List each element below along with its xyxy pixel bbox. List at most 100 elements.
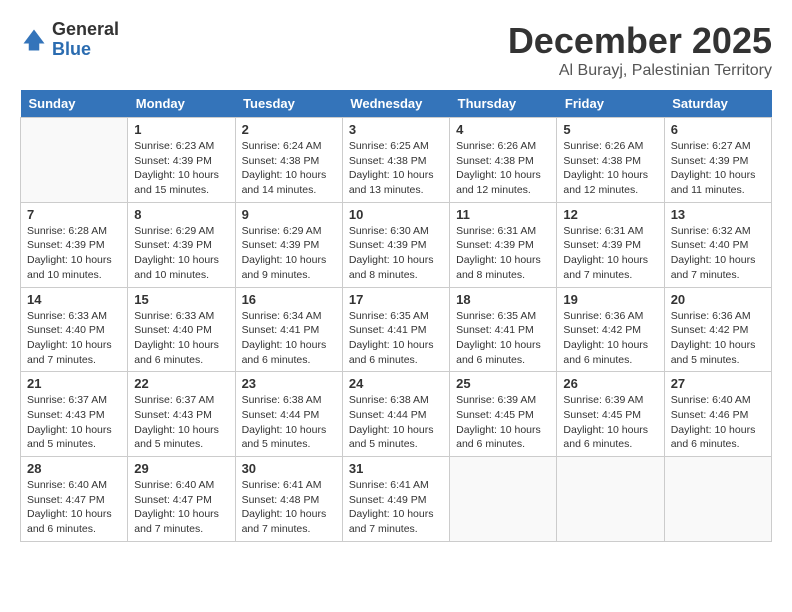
calendar-day-cell [557, 457, 664, 542]
calendar-day-cell [450, 457, 557, 542]
calendar-day-cell: 14 Sunrise: 6:33 AMSunset: 4:40 PMDayligh… [21, 287, 128, 372]
day-info: Sunrise: 6:23 AMSunset: 4:39 PMDaylight:… [134, 139, 228, 198]
logo-blue: Blue [52, 40, 119, 60]
day-number: 27 [671, 376, 765, 391]
calendar-day-cell: 8Sunrise: 6:29 AMSunset: 4:39 PMDaylight… [128, 202, 235, 287]
calendar-day-cell: 3Sunrise: 6:25 AMSunset: 4:38 PMDaylight… [342, 118, 449, 203]
day-of-week-header: Wednesday [342, 90, 449, 118]
calendar-day-cell: 12 Sunrise: 6:31 AMSunset: 4:39 PMDayligh… [557, 202, 664, 287]
calendar-header-row: SundayMondayTuesdayWednesdayThursdayFrid… [21, 90, 772, 118]
day-of-week-header: Sunday [21, 90, 128, 118]
calendar-day-cell: 28 Sunrise: 6:40 AMSunset: 4:47 PMDayligh… [21, 457, 128, 542]
day-of-week-header: Friday [557, 90, 664, 118]
day-info: Sunrise: 6:38 AMSunset: 4:44 PMDaylight:… [242, 393, 336, 452]
day-info: Sunrise: 6:33 AMSunset: 4:40 PMDaylight:… [27, 309, 121, 368]
day-of-week-header: Tuesday [235, 90, 342, 118]
calendar-day-cell [21, 118, 128, 203]
day-number: 12 [563, 207, 657, 222]
day-info: Sunrise: 6:31 AMSunset: 4:39 PMDaylight:… [563, 224, 657, 283]
day-info: Sunrise: 6:31 AMSunset: 4:39 PMDaylight:… [456, 224, 550, 283]
calendar-day-cell: 5Sunrise: 6:26 AMSunset: 4:38 PMDaylight… [557, 118, 664, 203]
calendar-day-cell: 24 Sunrise: 6:38 AMSunset: 4:44 PMDayligh… [342, 372, 449, 457]
day-number: 20 [671, 292, 765, 307]
calendar-subtitle: Al Burayj, Palestinian Territory [508, 62, 772, 80]
day-number: 26 [563, 376, 657, 391]
day-info: Sunrise: 6:37 AMSunset: 4:43 PMDaylight:… [134, 393, 228, 452]
calendar-day-cell: 20 Sunrise: 6:36 AMSunset: 4:42 PMDayligh… [664, 287, 771, 372]
day-number: 16 [242, 292, 336, 307]
day-number: 4 [456, 122, 550, 137]
calendar-week-row: 14 Sunrise: 6:33 AMSunset: 4:40 PMDayligh… [21, 287, 772, 372]
day-of-week-header: Saturday [664, 90, 771, 118]
day-number: 19 [563, 292, 657, 307]
day-info: Sunrise: 6:36 AMSunset: 4:42 PMDaylight:… [563, 309, 657, 368]
calendar-day-cell: 21 Sunrise: 6:37 AMSunset: 4:43 PMDayligh… [21, 372, 128, 457]
day-number: 10 [349, 207, 443, 222]
calendar-day-cell: 10 Sunrise: 6:30 AMSunset: 4:39 PMDayligh… [342, 202, 449, 287]
day-info: Sunrise: 6:41 AMSunset: 4:48 PMDaylight:… [242, 478, 336, 537]
calendar-day-cell: 18 Sunrise: 6:35 AMSunset: 4:41 PMDayligh… [450, 287, 557, 372]
day-info: Sunrise: 6:33 AMSunset: 4:40 PMDaylight:… [134, 309, 228, 368]
calendar-day-cell: 9 Sunrise: 6:29 AMSunset: 4:39 PMDaylight… [235, 202, 342, 287]
day-info: Sunrise: 6:38 AMSunset: 4:44 PMDaylight:… [349, 393, 443, 452]
day-info: Sunrise: 6:25 AMSunset: 4:38 PMDaylight:… [349, 139, 443, 198]
day-info: Sunrise: 6:30 AMSunset: 4:39 PMDaylight:… [349, 224, 443, 283]
day-info: Sunrise: 6:37 AMSunset: 4:43 PMDaylight:… [27, 393, 121, 452]
day-info: Sunrise: 6:29 AMSunset: 4:39 PMDaylight:… [134, 224, 228, 283]
day-info: Sunrise: 6:35 AMSunset: 4:41 PMDaylight:… [349, 309, 443, 368]
calendar-day-cell: 13Sunrise: 6:32 AMSunset: 4:40 PMDayligh… [664, 202, 771, 287]
day-info: Sunrise: 6:34 AMSunset: 4:41 PMDaylight:… [242, 309, 336, 368]
page-header: General Blue December 2025 Al Burayj, Pa… [20, 20, 772, 80]
calendar-day-cell: 17Sunrise: 6:35 AMSunset: 4:41 PMDayligh… [342, 287, 449, 372]
calendar-day-cell: 27Sunrise: 6:40 AMSunset: 4:46 PMDayligh… [664, 372, 771, 457]
calendar-day-cell: 2Sunrise: 6:24 AMSunset: 4:38 PMDaylight… [235, 118, 342, 203]
logo-general: General [52, 20, 119, 40]
day-info: Sunrise: 6:40 AMSunset: 4:47 PMDaylight:… [134, 478, 228, 537]
title-block: December 2025 Al Burayj, Palestinian Ter… [508, 20, 772, 80]
calendar-day-cell: 31Sunrise: 6:41 AMSunset: 4:49 PMDayligh… [342, 457, 449, 542]
calendar-day-cell: 22 Sunrise: 6:37 AMSunset: 4:43 PMDayligh… [128, 372, 235, 457]
day-number: 9 [242, 207, 336, 222]
day-info: Sunrise: 6:26 AMSunset: 4:38 PMDaylight:… [456, 139, 550, 198]
day-info: Sunrise: 6:35 AMSunset: 4:41 PMDaylight:… [456, 309, 550, 368]
day-number: 11 [456, 207, 550, 222]
day-info: Sunrise: 6:29 AMSunset: 4:39 PMDaylight:… [242, 224, 336, 283]
day-number: 14 [27, 292, 121, 307]
calendar-body: 1Sunrise: 6:23 AMSunset: 4:39 PMDaylight… [21, 118, 772, 542]
day-number: 22 [134, 376, 228, 391]
day-info: Sunrise: 6:36 AMSunset: 4:42 PMDaylight:… [671, 309, 765, 368]
day-number: 28 [27, 461, 121, 476]
day-info: Sunrise: 6:32 AMSunset: 4:40 PMDaylight:… [671, 224, 765, 283]
calendar-day-cell: 4 Sunrise: 6:26 AMSunset: 4:38 PMDaylight… [450, 118, 557, 203]
calendar-day-cell: 1Sunrise: 6:23 AMSunset: 4:39 PMDaylight… [128, 118, 235, 203]
calendar-week-row: 1Sunrise: 6:23 AMSunset: 4:39 PMDaylight… [21, 118, 772, 203]
day-info: Sunrise: 6:39 AMSunset: 4:45 PMDaylight:… [456, 393, 550, 452]
calendar-day-cell: 30 Sunrise: 6:41 AMSunset: 4:48 PMDayligh… [235, 457, 342, 542]
day-info: Sunrise: 6:24 AMSunset: 4:38 PMDaylight:… [242, 139, 336, 198]
calendar-day-cell: 25 Sunrise: 6:39 AMSunset: 4:45 PMDayligh… [450, 372, 557, 457]
calendar-day-cell: 16 Sunrise: 6:34 AMSunset: 4:41 PMDayligh… [235, 287, 342, 372]
day-info: Sunrise: 6:27 AMSunset: 4:39 PMDaylight:… [671, 139, 765, 198]
day-number: 21 [27, 376, 121, 391]
logo-text: General Blue [52, 20, 119, 60]
day-number: 30 [242, 461, 336, 476]
calendar-table: SundayMondayTuesdayWednesdayThursdayFrid… [20, 90, 772, 542]
day-number: 25 [456, 376, 550, 391]
calendar-week-row: 7Sunrise: 6:28 AMSunset: 4:39 PMDaylight… [21, 202, 772, 287]
day-number: 6 [671, 122, 765, 137]
day-number: 31 [349, 461, 443, 476]
day-number: 24 [349, 376, 443, 391]
day-number: 23 [242, 376, 336, 391]
day-info: Sunrise: 6:40 AMSunset: 4:47 PMDaylight:… [27, 478, 121, 537]
calendar-day-cell: 29Sunrise: 6:40 AMSunset: 4:47 PMDayligh… [128, 457, 235, 542]
calendar-day-cell: 6 Sunrise: 6:27 AMSunset: 4:39 PMDaylight… [664, 118, 771, 203]
day-info: Sunrise: 6:26 AMSunset: 4:38 PMDaylight:… [563, 139, 657, 198]
calendar-week-row: 21 Sunrise: 6:37 AMSunset: 4:43 PMDayligh… [21, 372, 772, 457]
calendar-day-cell: 23 Sunrise: 6:38 AMSunset: 4:44 PMDayligh… [235, 372, 342, 457]
day-number: 18 [456, 292, 550, 307]
calendar-day-cell [664, 457, 771, 542]
calendar-week-row: 28 Sunrise: 6:40 AMSunset: 4:47 PMDayligh… [21, 457, 772, 542]
day-of-week-header: Monday [128, 90, 235, 118]
logo-icon [20, 26, 48, 54]
calendar-day-cell: 19 Sunrise: 6:36 AMSunset: 4:42 PMDayligh… [557, 287, 664, 372]
